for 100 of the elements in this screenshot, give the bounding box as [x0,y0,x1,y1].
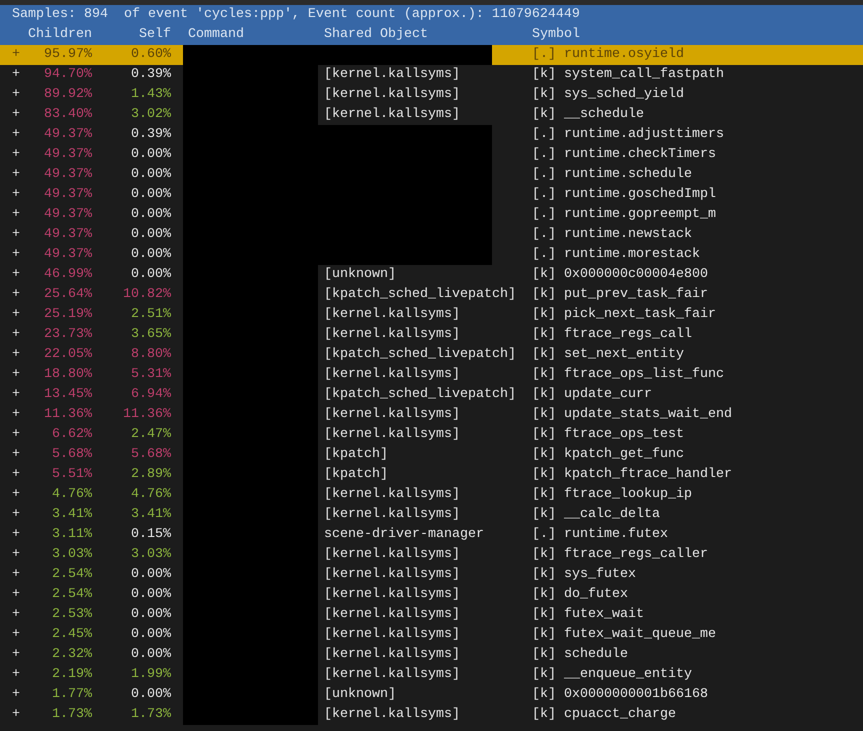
shared-object-name: [unknown] [323,266,396,284]
symbol-name: [k] sys_futex [532,567,636,582]
shared-object-name: [kernel.kallsyms] [323,366,460,384]
symbol-name: [k] put_prev_task_fair [532,287,708,302]
symbol-name: [k] kpatch_get_func [532,447,684,462]
expand-marker: + [12,527,20,542]
children-percent: 89.92% [44,87,92,102]
expand-marker: + [12,627,20,642]
symbol-name: [k] futex_wait [532,607,644,622]
symbol-name: [k] 0x000000c00004e800 [532,267,708,282]
symbol-name: [k] sys_sched_yield [532,87,684,102]
expand-marker: + [12,707,20,722]
self-percent: 6.94% [131,387,171,402]
children-percent: 6.62% [52,427,92,442]
self-percent: 0.00% [131,187,171,202]
children-percent: 49.37% [44,227,92,242]
self-percent: 3.65% [131,327,171,342]
expand-marker: + [12,67,20,82]
children-percent: 3.41% [52,507,92,522]
self-percent: 0.00% [131,167,171,182]
self-percent: 8.80% [131,347,171,362]
shared-object-name: [kernel.kallsyms] [323,86,460,104]
expand-marker: + [12,147,20,162]
expand-marker: + [12,187,20,202]
expand-marker: + [12,327,20,342]
children-percent: 18.80% [44,367,92,382]
children-percent: 2.53% [52,607,92,622]
symbol-name: [k] schedule [532,647,628,662]
self-percent: 3.02% [131,107,171,122]
children-percent: 13.45% [44,387,92,402]
children-percent: 2.45% [52,627,92,642]
children-percent: 2.32% [52,647,92,662]
self-percent: 10.82% [123,287,171,302]
children-percent: 25.19% [44,307,92,322]
children-percent: 2.54% [52,567,92,582]
expand-marker: + [12,507,20,522]
children-percent: 4.76% [52,487,92,502]
children-percent: 3.11% [52,527,92,542]
expand-marker: + [12,687,20,702]
symbol-name: [k] futex_wait_queue_me [532,627,716,642]
symbol-name: [k] ftrace_ops_test [532,427,684,442]
shared-object-name: [kernel.kallsyms] [323,486,460,504]
symbol-name: [k] __calc_delta [532,507,660,522]
self-percent: 0.00% [131,627,171,642]
expand-marker: + [12,547,20,562]
symbol-name: [k] ftrace_regs_call [532,327,692,342]
shared-object-name: [kernel.kallsyms] [323,66,460,84]
shared-object-name: [unknown] [323,686,396,704]
expand-marker: + [12,167,20,182]
self-percent: 5.31% [131,367,171,382]
symbol-name: [.] runtime.goschedImpl [532,187,716,202]
children-percent: 22.05% [44,347,92,362]
shared-object-name: [kernel.kallsyms] [323,326,460,344]
self-percent: 0.00% [131,587,171,602]
expand-marker: + [12,107,20,122]
children-percent: 1.77% [52,687,92,702]
expand-marker: + [12,607,20,622]
children-percent: 49.37% [44,127,92,142]
shared-object-name: [kernel.kallsyms] [323,626,460,644]
children-percent: 94.70% [44,67,92,82]
shared-object-name: [kernel.kallsyms] [323,586,460,604]
shared-object-name: [kernel.kallsyms] [323,106,460,124]
shared-object-name: [kernel.kallsyms] [323,566,460,584]
expand-marker: + [12,307,20,322]
children-percent: 5.51% [52,467,92,482]
self-percent: 5.68% [131,447,171,462]
shared-object-name: [kernel.kallsyms] [323,406,460,424]
expand-marker: + [12,407,20,422]
children-percent: 49.37% [44,187,92,202]
expand-marker: + [12,247,20,262]
symbol-name: [.] runtime.schedule [532,167,692,182]
expand-marker: + [12,467,20,482]
symbol-name: [.] runtime.morestack [532,247,700,262]
symbol-name: [k] ftrace_ops_list_func [532,367,724,382]
self-percent: 0.00% [131,567,171,582]
column-header: Command [187,26,245,44]
expand-marker: + [12,567,20,582]
self-percent: 0.00% [131,607,171,622]
symbol-name: [.] runtime.futex [532,527,668,542]
shared-object-name: [kpatch_sched_livepatch] [323,386,516,404]
children-percent: 23.73% [44,327,92,342]
self-percent: 11.36% [123,407,171,422]
shared-object-name: [kpatch_sched_livepatch] [323,346,516,364]
self-percent: 2.89% [131,467,171,482]
children-percent: 25.64% [44,287,92,302]
symbol-name: [k] kpatch_ftrace_handler [532,467,732,482]
symbol-name: [.] runtime.gopreempt_m [532,207,716,222]
self-percent: 0.39% [131,67,171,82]
self-percent: 0.60% [131,47,171,62]
symbol-name: [k] pick_next_task_fair [532,307,716,322]
self-percent: 0.00% [131,267,171,282]
shared-object-name: [kernel.kallsyms] [323,546,460,564]
symbol-name: [k] cpuacct_charge [532,707,676,722]
shared-object-name: [kernel.kallsyms] [323,426,460,444]
children-percent: 3.03% [52,547,92,562]
table-row[interactable]: + 95.97% 0.60% [.] runtime.osyield [0,45,863,65]
self-percent: 4.76% [131,487,171,502]
expand-marker: + [12,287,20,302]
self-percent: 0.00% [131,687,171,702]
children-percent: 95.97% [44,47,92,62]
